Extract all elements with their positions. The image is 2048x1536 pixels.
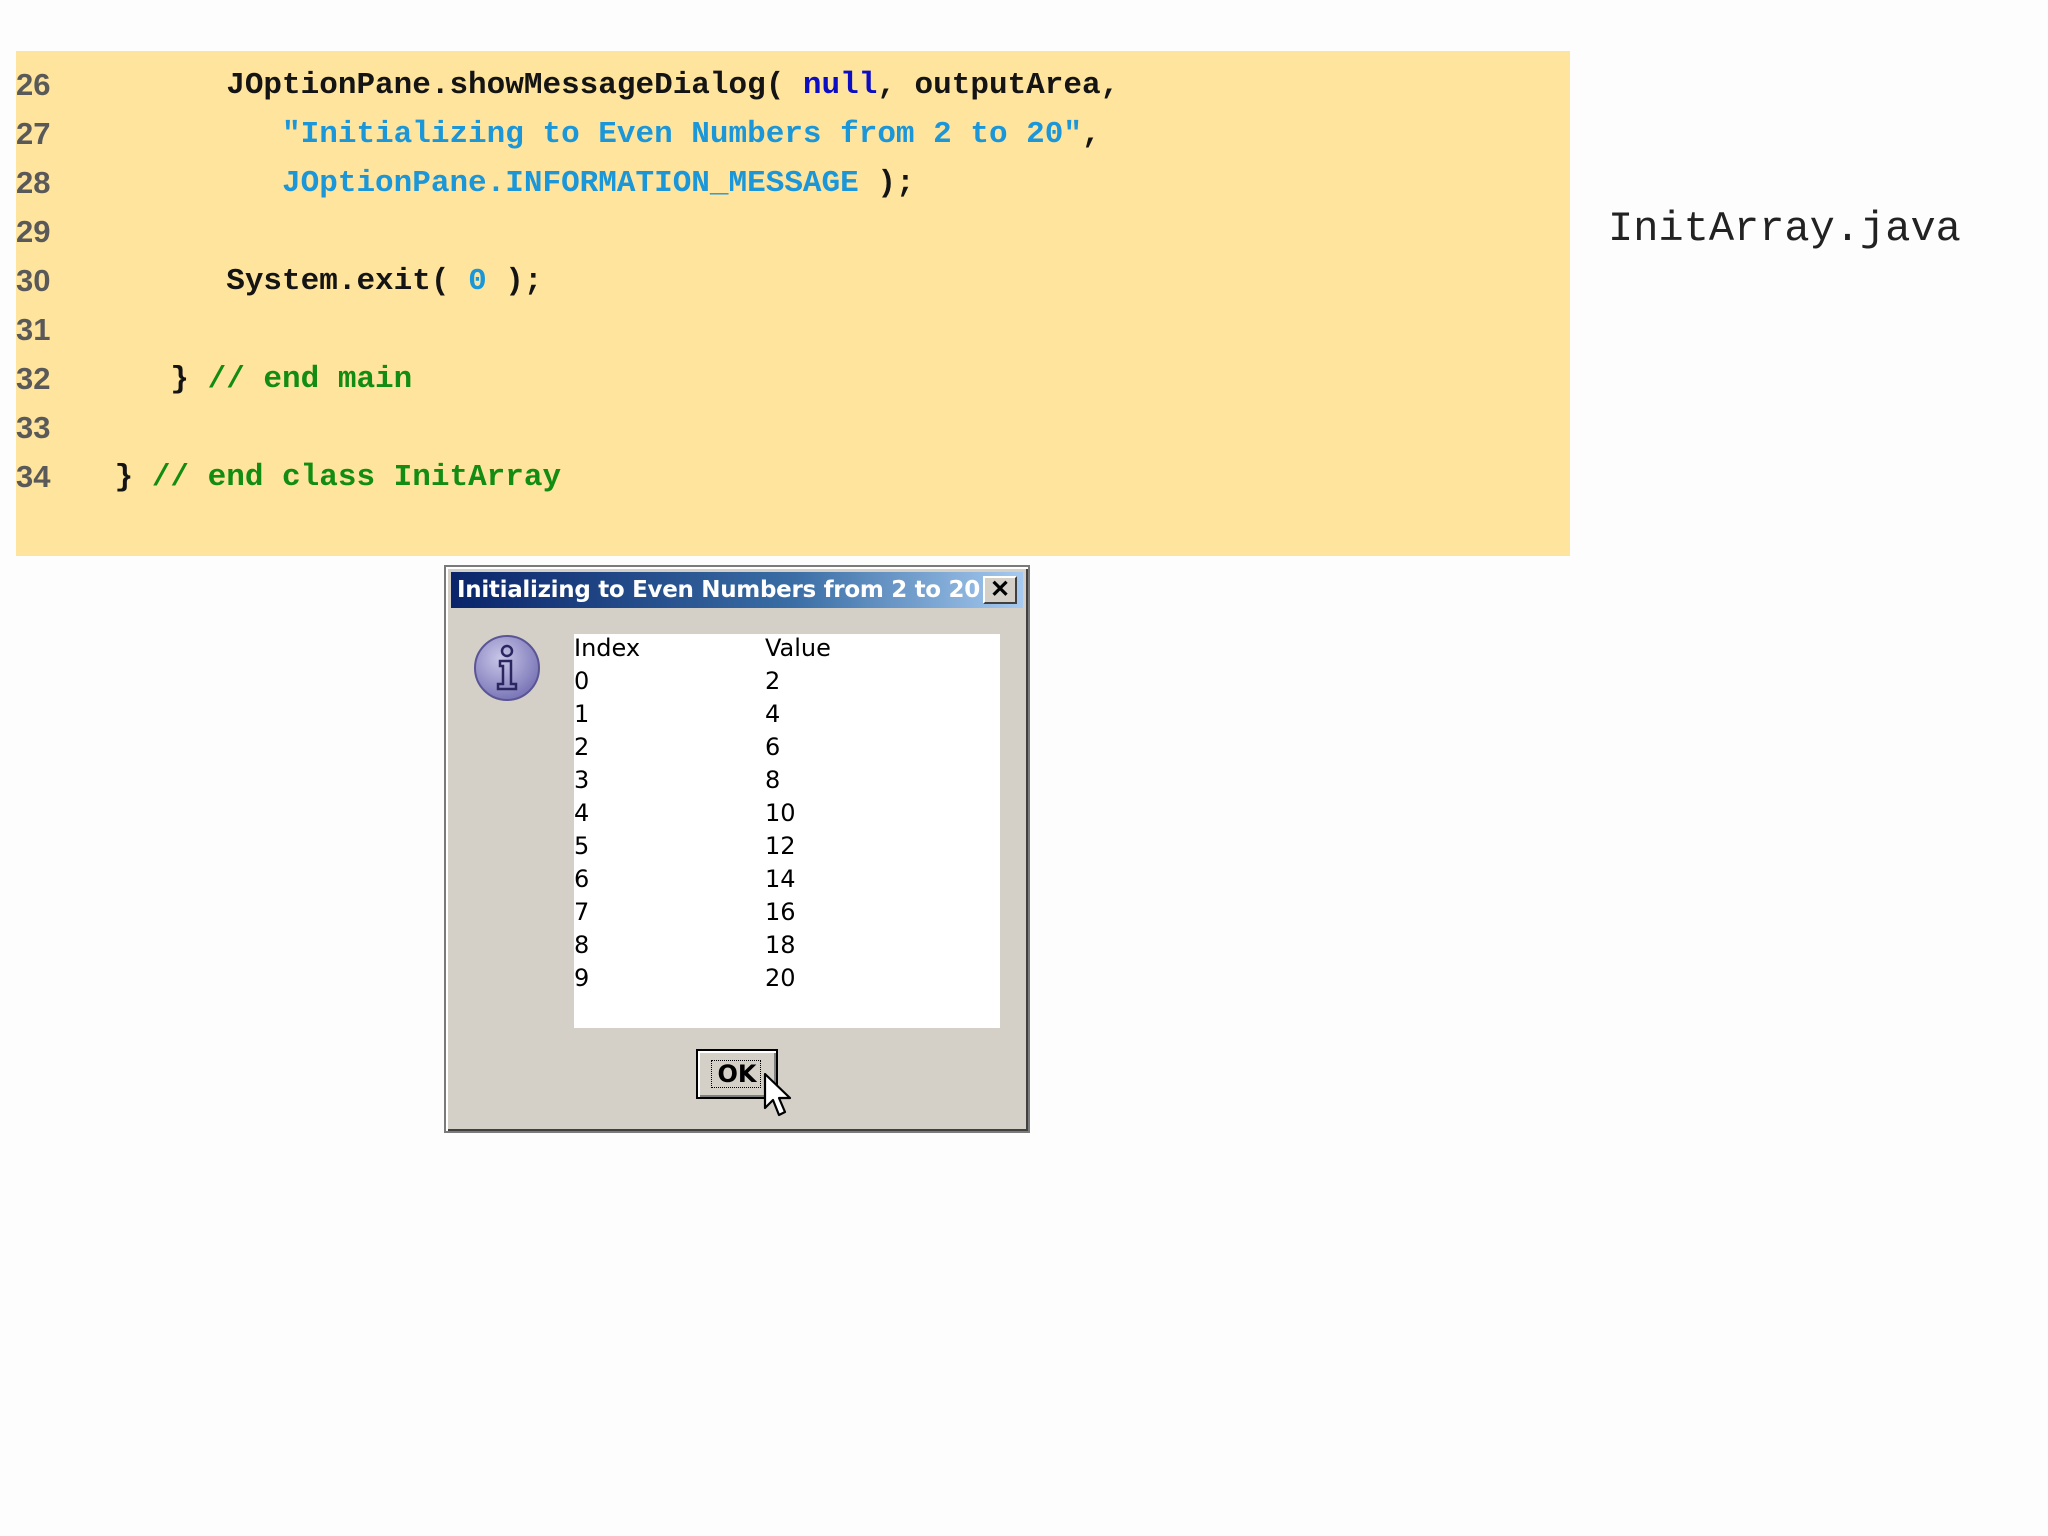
output-cell-index: 6 [574,865,590,893]
code-token-default: ); [486,263,543,299]
output-cell-index: 1 [574,700,590,728]
line-number: 34 [16,459,51,494]
output-row: 38 [574,766,1000,799]
code-token-default: ); [858,165,915,201]
code-line: 29 [16,208,1570,256]
line-number: 26 [16,67,51,102]
code-token-comment: // end class InitArray [151,459,562,495]
output-cell-value: 4 [765,700,781,728]
code-line: 27 "Initializing to Even Numbers from 2 … [16,110,1570,158]
code-token-default: System.exit( [96,263,469,299]
line-number: 29 [16,214,51,249]
mouse-pointer-icon [763,1072,792,1117]
code-text: } // end main [96,362,412,397]
output-cell-index: 0 [574,667,590,695]
code-token-default: JOptionPane.showMessageDialog( [96,67,803,103]
line-number: 33 [16,410,51,445]
output-cell-index: 4 [574,799,590,827]
code-line: 30 System.exit( 0 ); [16,257,1570,305]
output-cell-value: 20 [765,964,796,992]
code-token-constant: JOptionPane.INFORMATION_MESSAGE [282,165,859,201]
line-number: 31 [16,312,51,347]
code-token-default [96,117,282,152]
code-text: System.exit( 0 ); [96,264,542,299]
line-number: 27 [16,116,51,151]
output-cell-value: 2 [765,667,781,695]
output-cell-value: 18 [765,931,796,959]
code-line: 28 JOptionPane.INFORMATION_MESSAGE ); [16,159,1570,207]
output-cell-value: 6 [765,733,781,761]
output-cell-value: 10 [765,799,796,827]
code-token-default: } [96,361,208,397]
output-row: 6 14 [574,865,1000,898]
output-cell-index: 5 [574,832,590,860]
code-listing: 26 JOptionPane.showMessageDialog( null, … [16,51,1570,556]
message-dialog: Initializing to Even Numbers from 2 to 2… [444,565,1030,1133]
code-line: 32 } // end main [16,355,1570,403]
code-text: } // end class InitArray [96,459,562,495]
dialog-titlebar[interactable]: Initializing to Even Numbers from 2 to 2… [451,572,1023,608]
output-row: 5 12 [574,832,1000,865]
output-row: 9 20 [574,964,1000,997]
code-token-comment: // end main [207,361,413,397]
code-text: JOptionPane.showMessageDialog( null, out… [96,68,1119,103]
output-cell-value: 16 [765,898,796,926]
code-token-default [96,166,282,201]
filename-label: InitArray.java [1608,205,1961,253]
output-row: 26 [574,733,1000,766]
output-text-area[interactable]: Index Value 0 2 1 4 2 6 3 8 4 10 5 12 6 14 7 16 8 18 9 20 [574,634,1000,1028]
line-number: 32 [16,361,51,396]
output-row: 02 [574,667,1000,700]
information-icon [474,635,540,701]
output-row: 4 10 [574,799,1000,832]
output-header-index: Index [574,634,641,662]
output-cell-value: 14 [765,865,796,893]
code-token-default: , [1081,116,1101,152]
code-line: 31 [16,306,1570,354]
output-cell-index: 9 [574,964,590,992]
output-cell-value: 12 [765,832,796,860]
output-row: 14 [574,700,1000,733]
output-row: 7 16 [574,898,1000,931]
output-cell-index: 8 [574,931,590,959]
code-text: "Initializing to Even Numbers from 2 to … [96,117,1101,152]
output-cell-index: 2 [574,733,590,761]
line-number: 30 [16,263,51,298]
code-line: 34 } // end class InitArray [16,453,1570,501]
code-line: 33 [16,404,1570,452]
output-cell-value: 8 [765,766,781,794]
output-header-row: Index Value [574,634,1000,667]
code-token-keyword: null [802,67,878,103]
dialog-title: Initializing to Even Numbers from 2 to 2… [457,577,980,603]
output-cell-index: 3 [574,766,590,794]
output-header-value: Value [765,634,831,662]
code-token-default: } [96,459,152,495]
close-icon: ✕ [989,576,1011,603]
code-line: 26 JOptionPane.showMessageDialog( null, … [16,61,1570,109]
code-token-string: "Initializing to Even Numbers from 2 to … [282,116,1082,152]
close-button[interactable]: ✕ [983,576,1017,604]
code-token-default: , outputArea, [877,67,1120,103]
output-row: 8 18 [574,931,1000,964]
code-token-number: 0 [468,263,487,299]
output-cell-index: 7 [574,898,590,926]
code-text: JOptionPane.INFORMATION_MESSAGE ); [96,166,915,201]
focus-rectangle [711,1060,761,1088]
line-number: 28 [16,165,51,200]
